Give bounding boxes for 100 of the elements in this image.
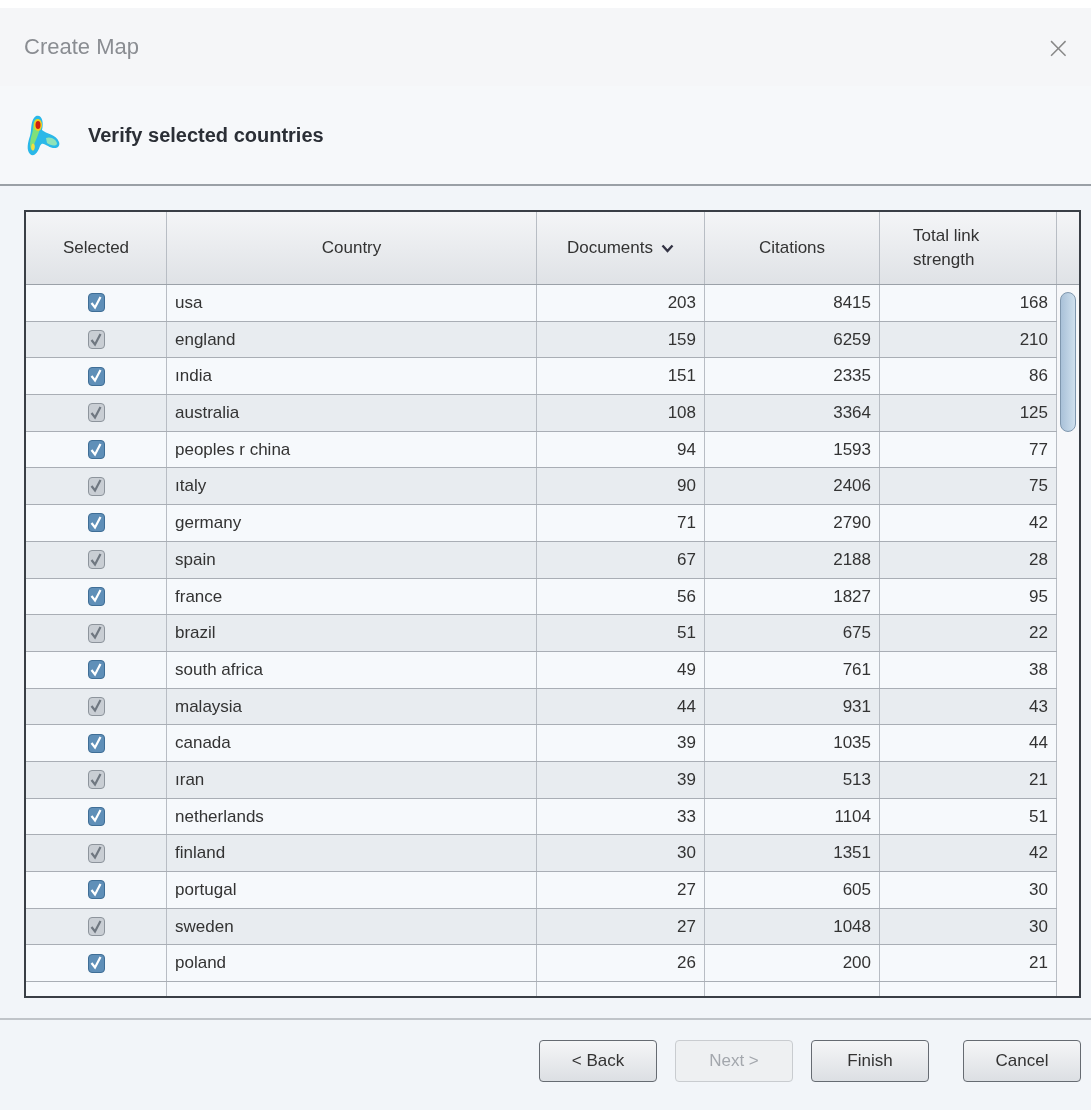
table-cell: 43 [1029,696,1048,716]
table-cell: 75 [1029,476,1048,496]
table-cell: 95 [1029,586,1048,606]
table-cell: 6259 [833,329,871,349]
table-cell: 27 [677,916,696,936]
table-cell: 2188 [833,549,871,569]
table-cell: 761 [842,659,871,679]
checkbox[interactable] [87,733,105,753]
column-header[interactable]: Selected [26,212,167,284]
table-cell: 90 [677,476,696,496]
table-cell: 1035 [833,733,871,753]
table-cell: 1351 [833,843,871,863]
table-cell: 210 [1019,329,1048,349]
table-cell: ıran [175,769,205,789]
checkbox[interactable] [87,513,105,533]
table-cell: 200 [842,953,871,973]
table-cell: 1827 [833,586,871,606]
table-cell: 605 [842,880,871,899]
table-cell: 2406 [833,476,871,496]
table-cell: 26 [677,953,696,973]
wizard-button[interactable]: Cancel [963,1040,1081,1082]
table-cell: 151 [667,366,696,386]
checkbox[interactable] [87,623,105,643]
wizard-button[interactable]: Finish [811,1040,929,1082]
table-cell: 30 [1029,880,1048,899]
table-cell: 33 [677,806,696,826]
checkbox[interactable] [87,586,105,606]
checkbox[interactable] [87,953,105,973]
table-cell: 44 [1029,733,1048,753]
table-cell: 51 [1029,806,1048,826]
checkbox[interactable] [87,293,105,313]
table-cell: finland [175,843,226,863]
table-cell: 3364 [833,403,871,423]
table-cell: france [175,586,223,606]
table-cell: 39 [677,733,696,753]
table-cell: 203 [667,293,696,312]
window-title: Create Map [24,34,139,60]
sort-chevron-icon [661,243,674,253]
table-cell: 67 [677,549,696,569]
table-cell: canada [175,733,231,753]
table-cell: sweden [175,916,234,936]
table-cell: 49 [677,659,696,679]
column-header[interactable]: Total link strength [880,212,1057,284]
table-cell: 675 [842,623,871,643]
table-cell: 42 [1029,843,1048,863]
table-cell: 2335 [833,366,871,386]
table-cell: 159 [667,329,696,349]
table-cell: 28 [1029,549,1048,569]
scrollbar-thumb[interactable] [1060,292,1076,432]
table-cell: 108 [667,403,696,423]
table-cell: 30 [1029,916,1048,936]
table-cell: 71 [677,513,696,533]
table-cell: peoples r china [175,439,291,459]
checkbox[interactable] [87,696,105,716]
checkbox[interactable] [87,330,105,350]
table-cell: 513 [842,769,871,789]
table-cell: australia [175,403,240,423]
table-cell: 931 [842,696,871,716]
column-header[interactable]: Citations [705,212,880,284]
table-cell: malaysia [175,696,243,716]
table-cell: 51 [677,623,696,643]
checkbox[interactable] [87,770,105,790]
table-cell: spain [175,549,216,569]
checkbox[interactable] [87,917,105,937]
checkbox[interactable] [87,550,105,570]
table-cell: 56 [677,586,696,606]
step-heading: Verify selected countries [88,123,324,147]
checkbox[interactable] [87,660,105,680]
table-cell: south africa [175,659,263,679]
checkbox[interactable] [87,880,105,900]
checkbox[interactable] [87,843,105,863]
checkbox[interactable] [87,366,105,386]
table-cell: 42 [1029,513,1048,533]
table-cell: germany [175,513,242,533]
table-cell: 1048 [833,916,871,936]
table-cell: 8415 [833,293,871,312]
table-cell: 1593 [833,439,871,459]
table-cell: 94 [677,439,696,459]
checkbox[interactable] [87,806,105,826]
wizard-button[interactable]: < Back [539,1040,657,1082]
column-header[interactable]: Documents [537,212,705,284]
table-cell: 1104 [834,806,871,826]
table-cell: ıtaly [175,476,207,496]
table-cell: 30 [677,843,696,863]
table-cell: 2790 [833,513,871,533]
table-cell: 86 [1029,366,1048,386]
table-cell: 38 [1029,659,1048,679]
checkbox[interactable] [87,476,105,496]
checkbox[interactable] [87,440,105,460]
table-cell: 39 [677,769,696,789]
column-header[interactable]: Country [167,212,537,284]
checkbox[interactable] [87,403,105,423]
table-cell: 22 [1029,623,1048,643]
table-cell: england [175,329,236,349]
table-cell: 77 [1029,439,1048,459]
table-cell: 27 [677,880,696,899]
table-cell: ındia [175,366,212,386]
table-cell: 21 [1029,953,1048,973]
table-cell: 125 [1019,403,1048,423]
table-cell: brazil [175,623,216,643]
